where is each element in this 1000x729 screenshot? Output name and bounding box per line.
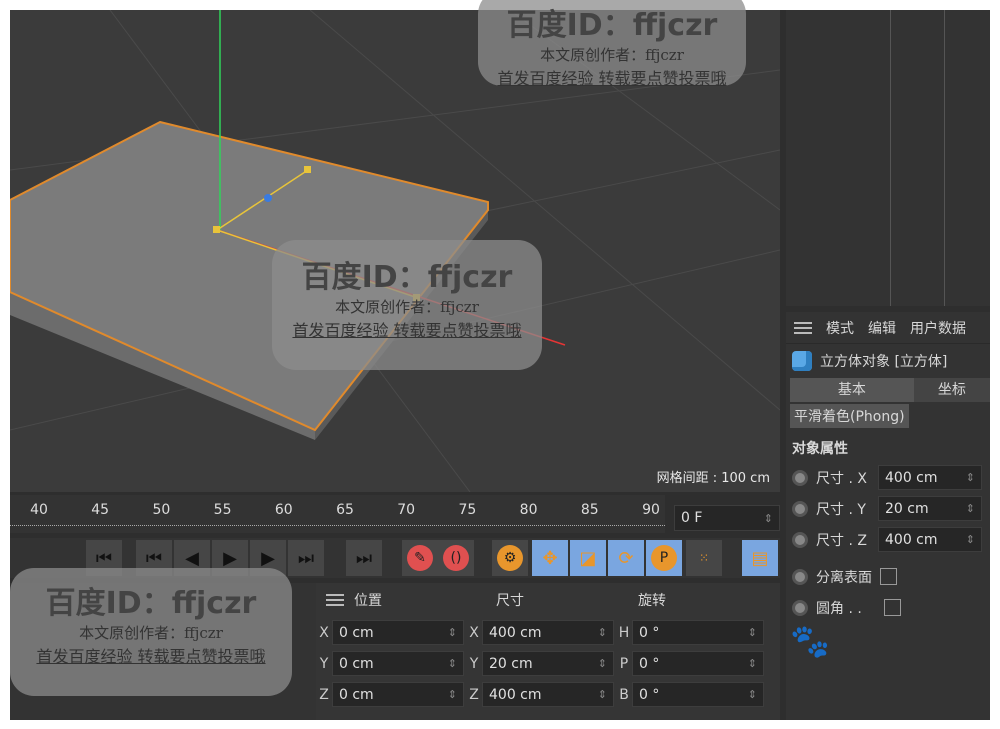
animate-radio[interactable]	[792, 568, 808, 585]
pla-button[interactable]: ⁙	[686, 540, 722, 576]
coord-row: Z0 cm ⇕ Z 400 cm ⇕ B 0 ° ⇕	[316, 679, 780, 710]
rotation-header: 旋转	[638, 593, 666, 609]
size-x-value: 400 cm	[885, 469, 938, 486]
coord-field[interactable]: 0 ° ⇕	[632, 651, 764, 676]
coord-row: X0 cm ⇕ X 400 cm ⇕ H 0 ° ⇕	[316, 617, 780, 648]
tick-label: 55	[213, 502, 232, 518]
cube-icon	[792, 351, 812, 371]
menu-icon[interactable]	[326, 594, 344, 606]
coord-value: 0 cm	[339, 686, 374, 703]
coord-value: 0 °	[639, 624, 660, 641]
size-x-field[interactable]: 400 cm ⇕	[878, 465, 982, 490]
key-icon: ✎	[407, 545, 433, 571]
coord-value: 0 °	[639, 686, 660, 703]
size-z-field[interactable]: 400 cm ⇕	[878, 527, 982, 552]
axis-label: Z	[469, 686, 479, 703]
gear-icon: ⚙	[497, 545, 523, 571]
size-x-label: 尺寸 . X	[816, 470, 867, 487]
tab-phong[interactable]: 平滑着色(Phong)	[790, 404, 909, 428]
tab-basic[interactable]: 基本	[790, 378, 914, 402]
coord-field[interactable]: 0 cm ⇕	[332, 682, 464, 707]
tick-label: 85	[580, 502, 599, 518]
move-button[interactable]: ✥	[532, 540, 568, 576]
size-z-label: 尺寸 . Z	[816, 532, 867, 549]
watermark: 百度ID：ffjczr 本文原创作者：ffjczr 首发百度经验 转载要点赞投票哦	[272, 240, 542, 370]
menu-mode[interactable]: 模式	[826, 318, 854, 338]
tick-label: 80	[519, 502, 538, 518]
coord-value: 20 cm	[489, 655, 533, 672]
separate-surfaces-label: 分离表面	[816, 569, 872, 586]
animate-radio[interactable]	[792, 531, 808, 548]
coord-field[interactable]: 0 cm ⇕	[332, 620, 464, 645]
object-title: 立方体对象 [立方体]	[820, 354, 948, 370]
timeline-ruler[interactable]: 40 45 50 55 60 65 70 75 80 85 90	[10, 495, 665, 533]
record-button[interactable]: ✎	[402, 540, 438, 576]
size-y-field[interactable]: 20 cm ⇕	[878, 496, 982, 521]
coordinates-manager: 位置 尺寸 旋转 X0 cm ⇕ X 400 cm ⇕ H 0 ° ⇕ Y 0 cm ⇕ Y 20 cm…	[316, 583, 780, 720]
separate-surfaces-checkbox[interactable]	[880, 568, 897, 585]
axis-label: Y	[319, 655, 329, 672]
animate-radio[interactable]	[792, 599, 808, 616]
axis-label: H	[618, 624, 630, 641]
axis-label: B	[619, 686, 629, 703]
section-title: 对象属性	[792, 441, 848, 457]
next-key-button[interactable]: ⏭	[288, 540, 324, 576]
size-header: 尺寸	[496, 593, 524, 609]
animate-radio[interactable]	[792, 469, 808, 486]
tick-label: 70	[397, 502, 416, 518]
coord-field[interactable]: 20 cm ⇕	[482, 651, 614, 676]
axis-label: X	[469, 624, 479, 641]
coord-value: 400 cm	[489, 686, 542, 703]
fillet-checkbox[interactable]	[884, 599, 901, 616]
menu-icon[interactable]	[794, 321, 812, 334]
coord-field[interactable]: 400 cm ⇕	[482, 682, 614, 707]
axis-label: P	[619, 655, 629, 672]
coord-row: Y0 cm ⇕ Y 20 cm ⇕ P 0 ° ⇕	[316, 648, 780, 679]
timeline-button[interactable]: ▤	[742, 540, 778, 576]
menu-user-data[interactable]: 用户数据	[910, 318, 966, 338]
tick-label: 50	[152, 502, 171, 518]
coord-value: 0 cm	[339, 655, 374, 672]
size-z-value: 400 cm	[885, 531, 938, 548]
coord-value: 400 cm	[489, 624, 542, 641]
go-to-end-button[interactable]: ⏭	[346, 540, 382, 576]
keyframe-settings-button[interactable]: ⚙	[492, 540, 528, 576]
menu-edit[interactable]: 编辑	[868, 318, 896, 338]
axis-label: X	[319, 624, 329, 641]
watermark: 百度ID：ffjczr 本文原创作者：ffjczr 首发百度经验 转载要点赞投票哦	[478, 0, 746, 88]
autokey-icon: ()	[443, 545, 469, 571]
object-manager[interactable]	[786, 10, 990, 306]
coord-value: 0 cm	[339, 624, 374, 641]
param-icon: P	[651, 545, 677, 571]
coord-field[interactable]: 0 ° ⇕	[632, 682, 764, 707]
scale-button[interactable]: ◪	[570, 540, 606, 576]
axis-label: Y	[469, 655, 479, 672]
coord-field[interactable]: 400 cm ⇕	[482, 620, 614, 645]
axis-label: Z	[319, 686, 329, 703]
tick-label: 45	[91, 502, 110, 518]
coord-field[interactable]: 0 ° ⇕	[632, 620, 764, 645]
current-frame-field[interactable]: 0 F ⇕	[674, 505, 780, 531]
grid-spacing-label: 网格间距 : 100 cm	[656, 471, 770, 486]
tab-coord[interactable]: 坐标	[913, 378, 990, 402]
tick-label: 65	[336, 502, 354, 518]
position-header: 位置	[354, 593, 382, 609]
tick-label: 40	[30, 502, 48, 518]
coord-field[interactable]: 0 cm ⇕	[332, 651, 464, 676]
baidu-logo: 🐾	[790, 622, 830, 660]
tick-label: 60	[274, 502, 293, 518]
tick-label: 75	[458, 502, 477, 518]
tick-label: 90	[642, 502, 660, 518]
animate-radio[interactable]	[792, 500, 808, 517]
fillet-label: 圆角 . .	[816, 600, 862, 617]
rotate-button[interactable]: ⟳	[608, 540, 644, 576]
size-y-value: 20 cm	[885, 500, 929, 517]
size-y-label: 尺寸 . Y	[816, 501, 866, 518]
autokey-button[interactable]: ()	[438, 540, 474, 576]
current-frame-value: 0 F	[681, 510, 703, 526]
watermark: 百度ID：ffjczr 本文原创作者：ffjczr 首发百度经验 转载要点赞投票哦	[10, 568, 292, 696]
param-button[interactable]: P	[646, 540, 682, 576]
coord-value: 0 °	[639, 655, 660, 672]
